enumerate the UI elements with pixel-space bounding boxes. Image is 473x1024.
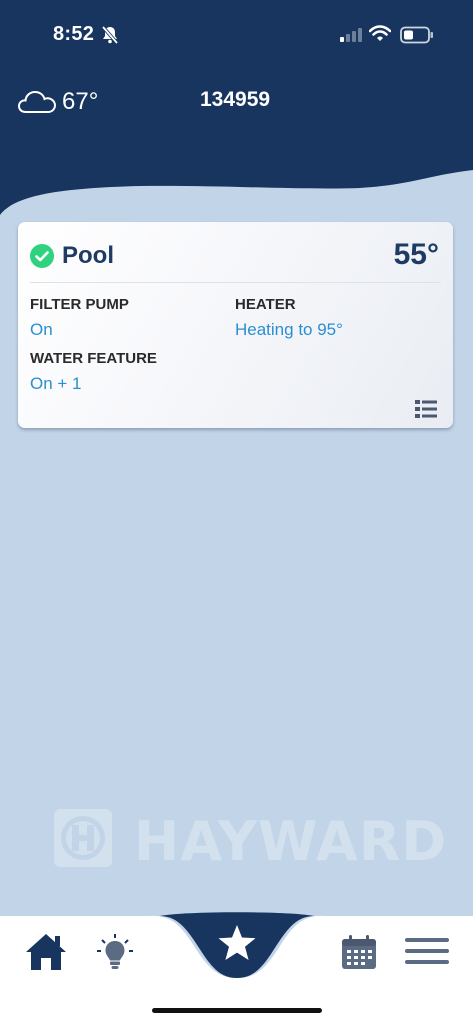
weather-temperature: 67° bbox=[62, 88, 99, 115]
battery-icon bbox=[400, 26, 433, 44]
hayward-emblem-icon bbox=[54, 809, 112, 867]
hayward-logo: HAYWARD bbox=[54, 808, 446, 873]
calendar-icon[interactable] bbox=[341, 934, 377, 970]
list-icon[interactable] bbox=[415, 400, 437, 418]
bell-slash-icon bbox=[101, 25, 119, 45]
hayward-wordmark: HAYWARD bbox=[134, 810, 448, 873]
home-icon[interactable] bbox=[24, 932, 68, 972]
site-id[interactable]: 134959 bbox=[200, 88, 270, 112]
cloud-icon bbox=[18, 90, 56, 113]
home-indicator[interactable] bbox=[152, 1008, 322, 1013]
card-divider bbox=[30, 282, 441, 283]
star-icon[interactable] bbox=[217, 924, 257, 962]
status-bar: 8:52 bbox=[0, 0, 473, 70]
lightbulb-icon[interactable] bbox=[95, 932, 135, 972]
check-circle-icon bbox=[30, 244, 54, 268]
filter-pump-value[interactable]: On bbox=[30, 320, 53, 340]
signal-icon bbox=[340, 28, 362, 42]
status-time: 8:52 bbox=[53, 23, 95, 45]
water-feature-value[interactable]: On + 1 bbox=[30, 374, 82, 394]
heater-label: HEATER bbox=[235, 296, 296, 313]
heater-value[interactable]: Heating to 95° bbox=[235, 320, 343, 340]
pool-title: Pool bbox=[62, 242, 114, 269]
weather-widget[interactable]: 67° bbox=[18, 86, 98, 118]
menu-icon[interactable] bbox=[405, 938, 449, 964]
filter-pump-label: FILTER PUMP bbox=[30, 296, 129, 313]
pool-title-row: Pool bbox=[30, 242, 114, 270]
pool-card[interactable]: Pool 55° FILTER PUMP On HEATER Heating t… bbox=[18, 222, 453, 428]
pool-temperature: 55° bbox=[393, 238, 439, 271]
water-feature-label: WATER FEATURE bbox=[30, 350, 157, 367]
wifi-icon bbox=[369, 25, 391, 41]
